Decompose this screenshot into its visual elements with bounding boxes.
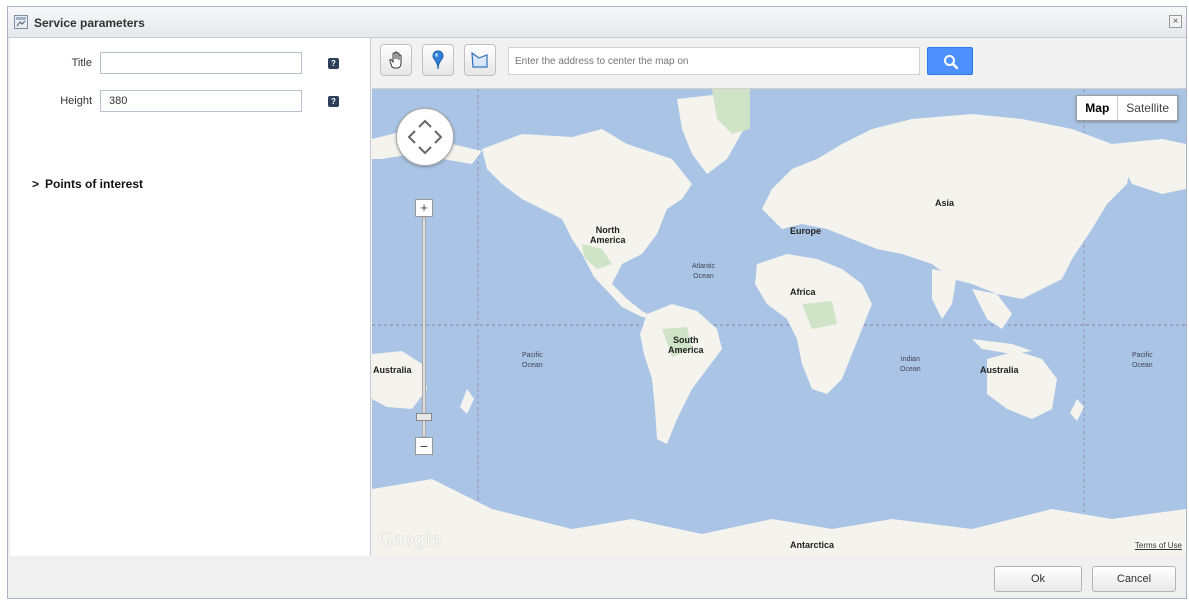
map-type-control: Map Satellite — [1076, 95, 1178, 121]
height-input[interactable] — [100, 90, 302, 112]
marker-tool-button[interactable] — [422, 44, 454, 76]
world-map-graphic — [372, 89, 1186, 556]
pan-tool-button[interactable] — [380, 44, 412, 76]
map-toolbar — [372, 38, 1186, 89]
label-antarctica: Antarctica — [790, 540, 835, 550]
google-logo: Google — [378, 529, 442, 550]
expand-arrow-icon: > — [32, 177, 40, 191]
zoom-slider-thumb[interactable] — [416, 413, 432, 421]
points-of-interest-toggle[interactable]: > Points of interest — [32, 177, 143, 191]
polygon-shape-icon — [471, 51, 488, 68]
label-atlantic-ocean: Atlantic Ocean — [692, 263, 715, 280]
zoom-in-button[interactable]: + — [415, 199, 433, 217]
hand-pan-icon — [389, 51, 402, 69]
dialog-title: Service parameters — [34, 16, 145, 30]
pan-control[interactable] — [396, 108, 454, 166]
zoom-slider-track[interactable] — [422, 217, 426, 437]
map-type-satellite-button[interactable]: Satellite — [1118, 96, 1177, 120]
points-of-interest-label: Points of interest — [45, 177, 144, 191]
label-pacific-ocean-right: Pacific Ocean — [1132, 352, 1153, 369]
label-asia: Asia — [935, 198, 955, 208]
search-button[interactable] — [927, 47, 973, 75]
label-australia-left: Australia — [373, 365, 412, 375]
ok-button[interactable]: Ok — [994, 566, 1082, 592]
cancel-button[interactable]: Cancel — [1092, 566, 1176, 592]
label-australia-right: Australia — [980, 365, 1019, 375]
service-parameters-dialog: Service parameters × Title ? Height ? > P… — [7, 6, 1187, 599]
dialog-footer: Ok Cancel — [8, 558, 1186, 598]
title-input[interactable] — [100, 52, 302, 74]
label-indian-ocean: Indian Ocean — [900, 356, 921, 373]
height-help-icon[interactable]: ? — [328, 96, 339, 107]
title-label: Title — [71, 57, 92, 69]
zoom-out-button[interactable]: − — [415, 437, 433, 455]
search-icon — [944, 55, 959, 70]
polygon-tool-button[interactable] — [464, 44, 496, 76]
marker-pin-icon — [432, 50, 444, 70]
parameters-panel: Title ? Height ? > Points of interest — [10, 38, 371, 556]
dialog-titlebar: Service parameters × — [8, 7, 1186, 38]
close-button[interactable]: × — [1169, 15, 1182, 28]
label-europe: Europe — [790, 226, 822, 236]
label-north-america: North America — [590, 225, 626, 245]
world-map[interactable]: Map Satellite + − North America Atlantic O… — [372, 89, 1186, 556]
height-label: Height — [60, 95, 92, 107]
map-panel: Map Satellite + − NorthAmerica AtlanticO… — [372, 38, 1186, 556]
dialog-window-icon — [14, 15, 28, 29]
label-pacific-ocean-left: Pacific Ocean — [522, 352, 543, 369]
map-type-map-button[interactable]: Map — [1077, 96, 1119, 120]
label-south-america: South America — [668, 335, 704, 355]
pan-arrows-icon — [407, 119, 443, 155]
terms-of-use-link[interactable]: Terms of Use — [1134, 541, 1182, 550]
address-search-input[interactable] — [508, 47, 920, 75]
label-africa: Africa — [790, 287, 816, 297]
title-help-icon[interactable]: ? — [328, 58, 339, 69]
